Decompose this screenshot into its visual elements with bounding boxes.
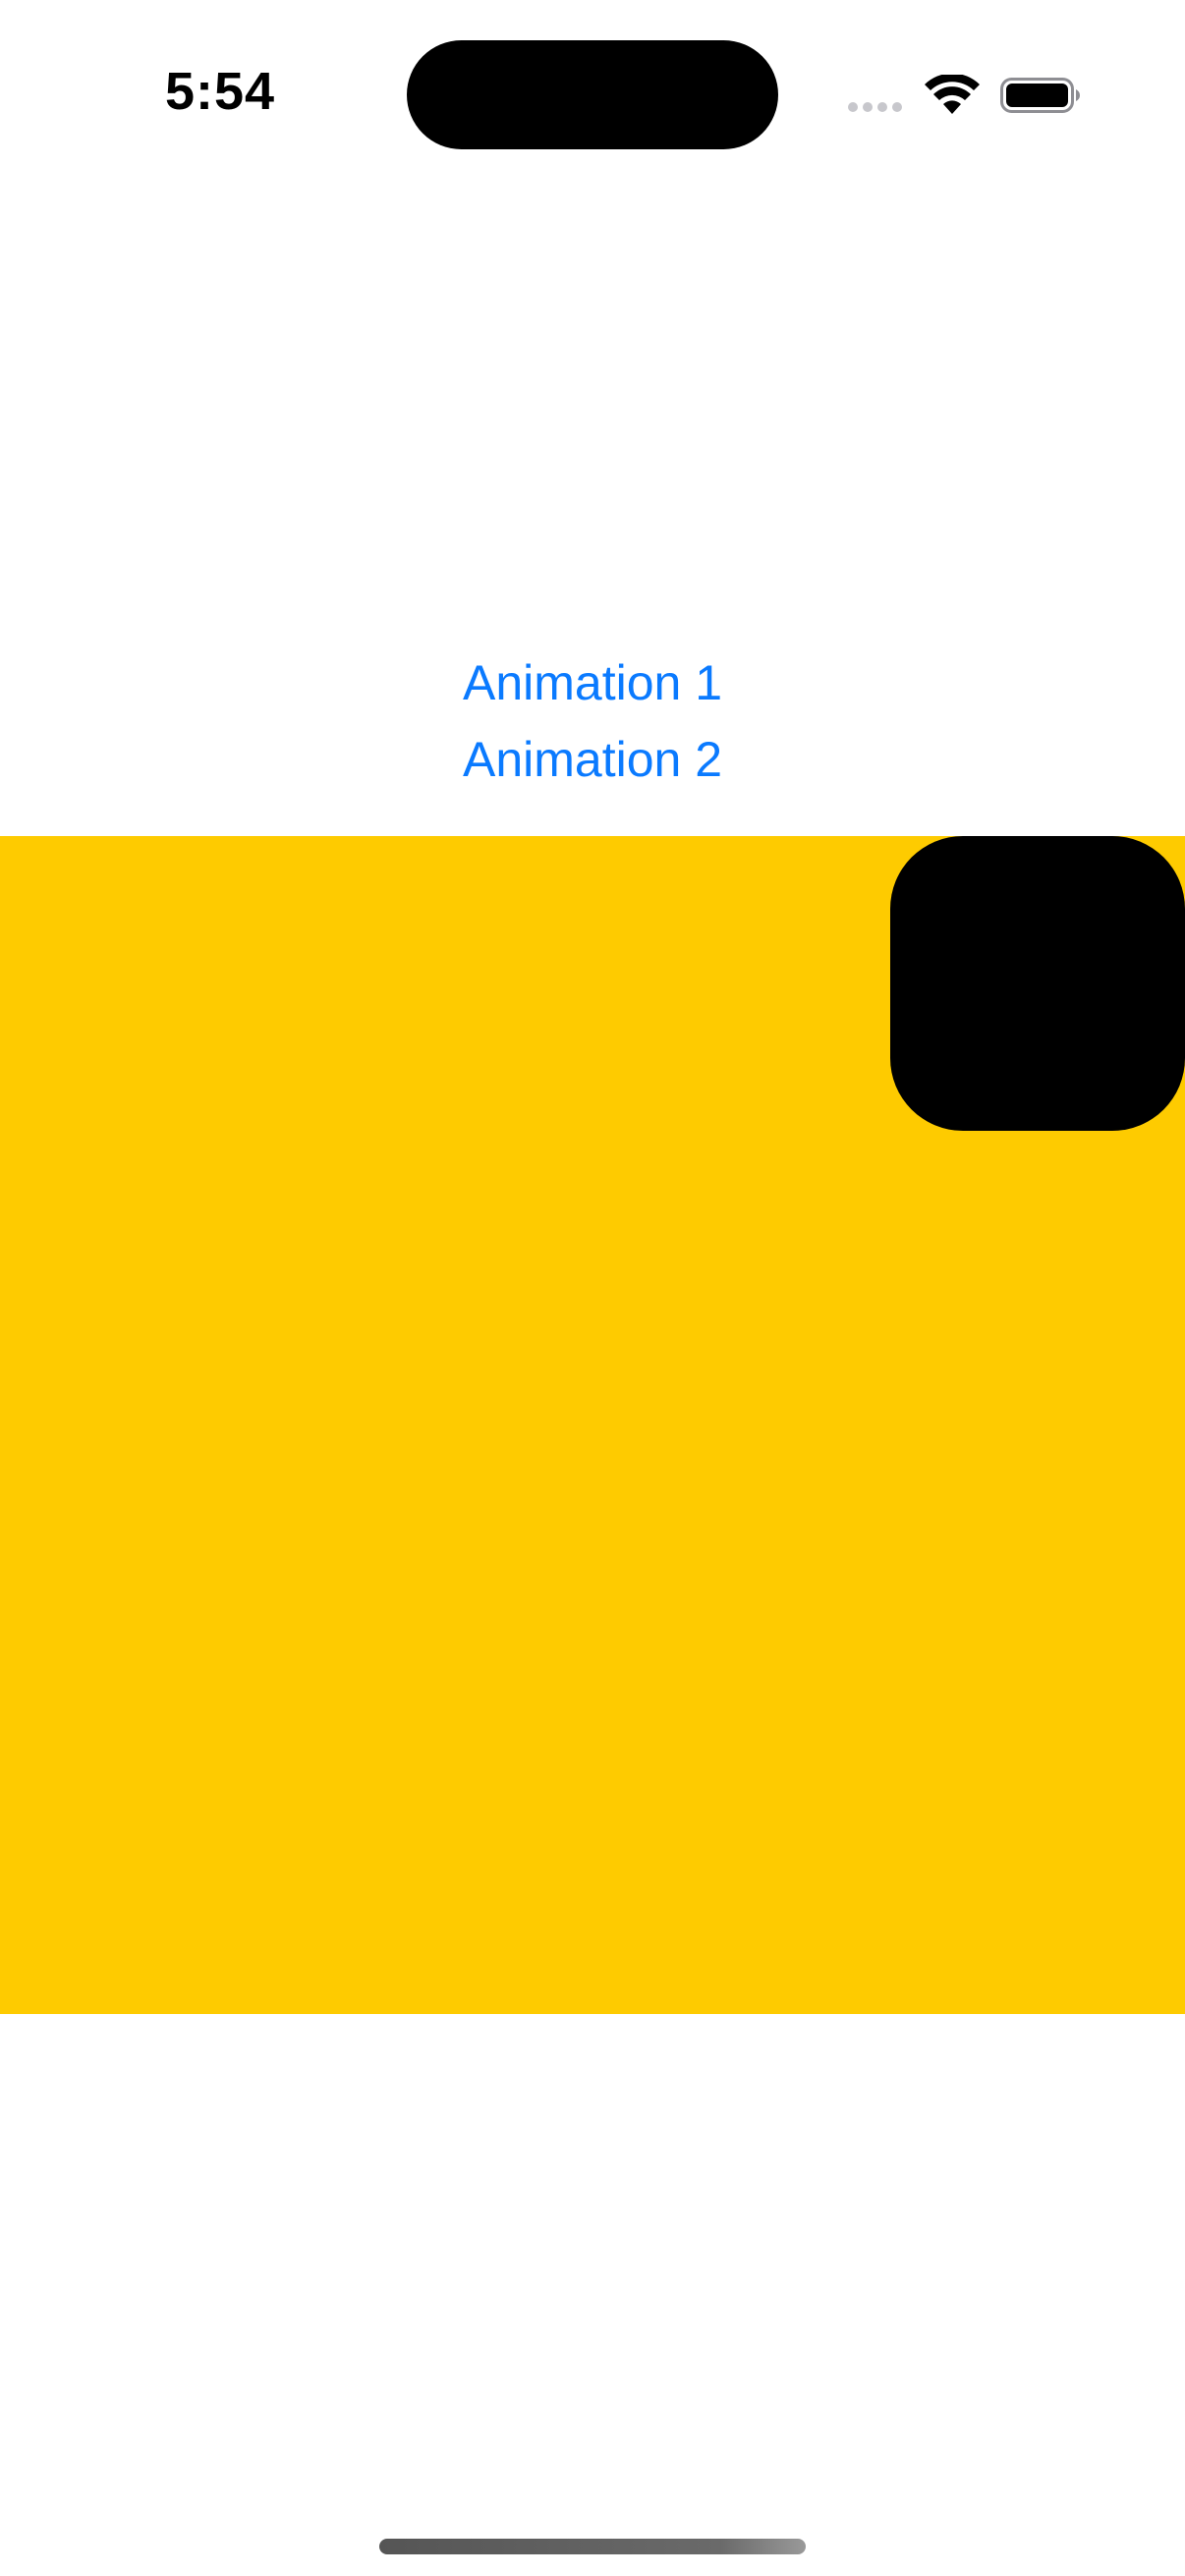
cellular-signal-icon <box>848 102 902 112</box>
status-bar: 5:54 <box>0 0 1185 196</box>
home-indicator[interactable] <box>379 2539 806 2554</box>
animation-2-button[interactable]: Animation 2 <box>463 721 722 798</box>
animated-square <box>890 836 1185 1131</box>
status-time: 5:54 <box>165 62 276 121</box>
animation-buttons: Animation 1 Animation 2 <box>0 644 1185 798</box>
wifi-icon <box>925 75 980 114</box>
dynamic-island <box>407 40 778 149</box>
animation-1-button[interactable]: Animation 1 <box>463 644 722 721</box>
battery-icon <box>1000 78 1080 113</box>
